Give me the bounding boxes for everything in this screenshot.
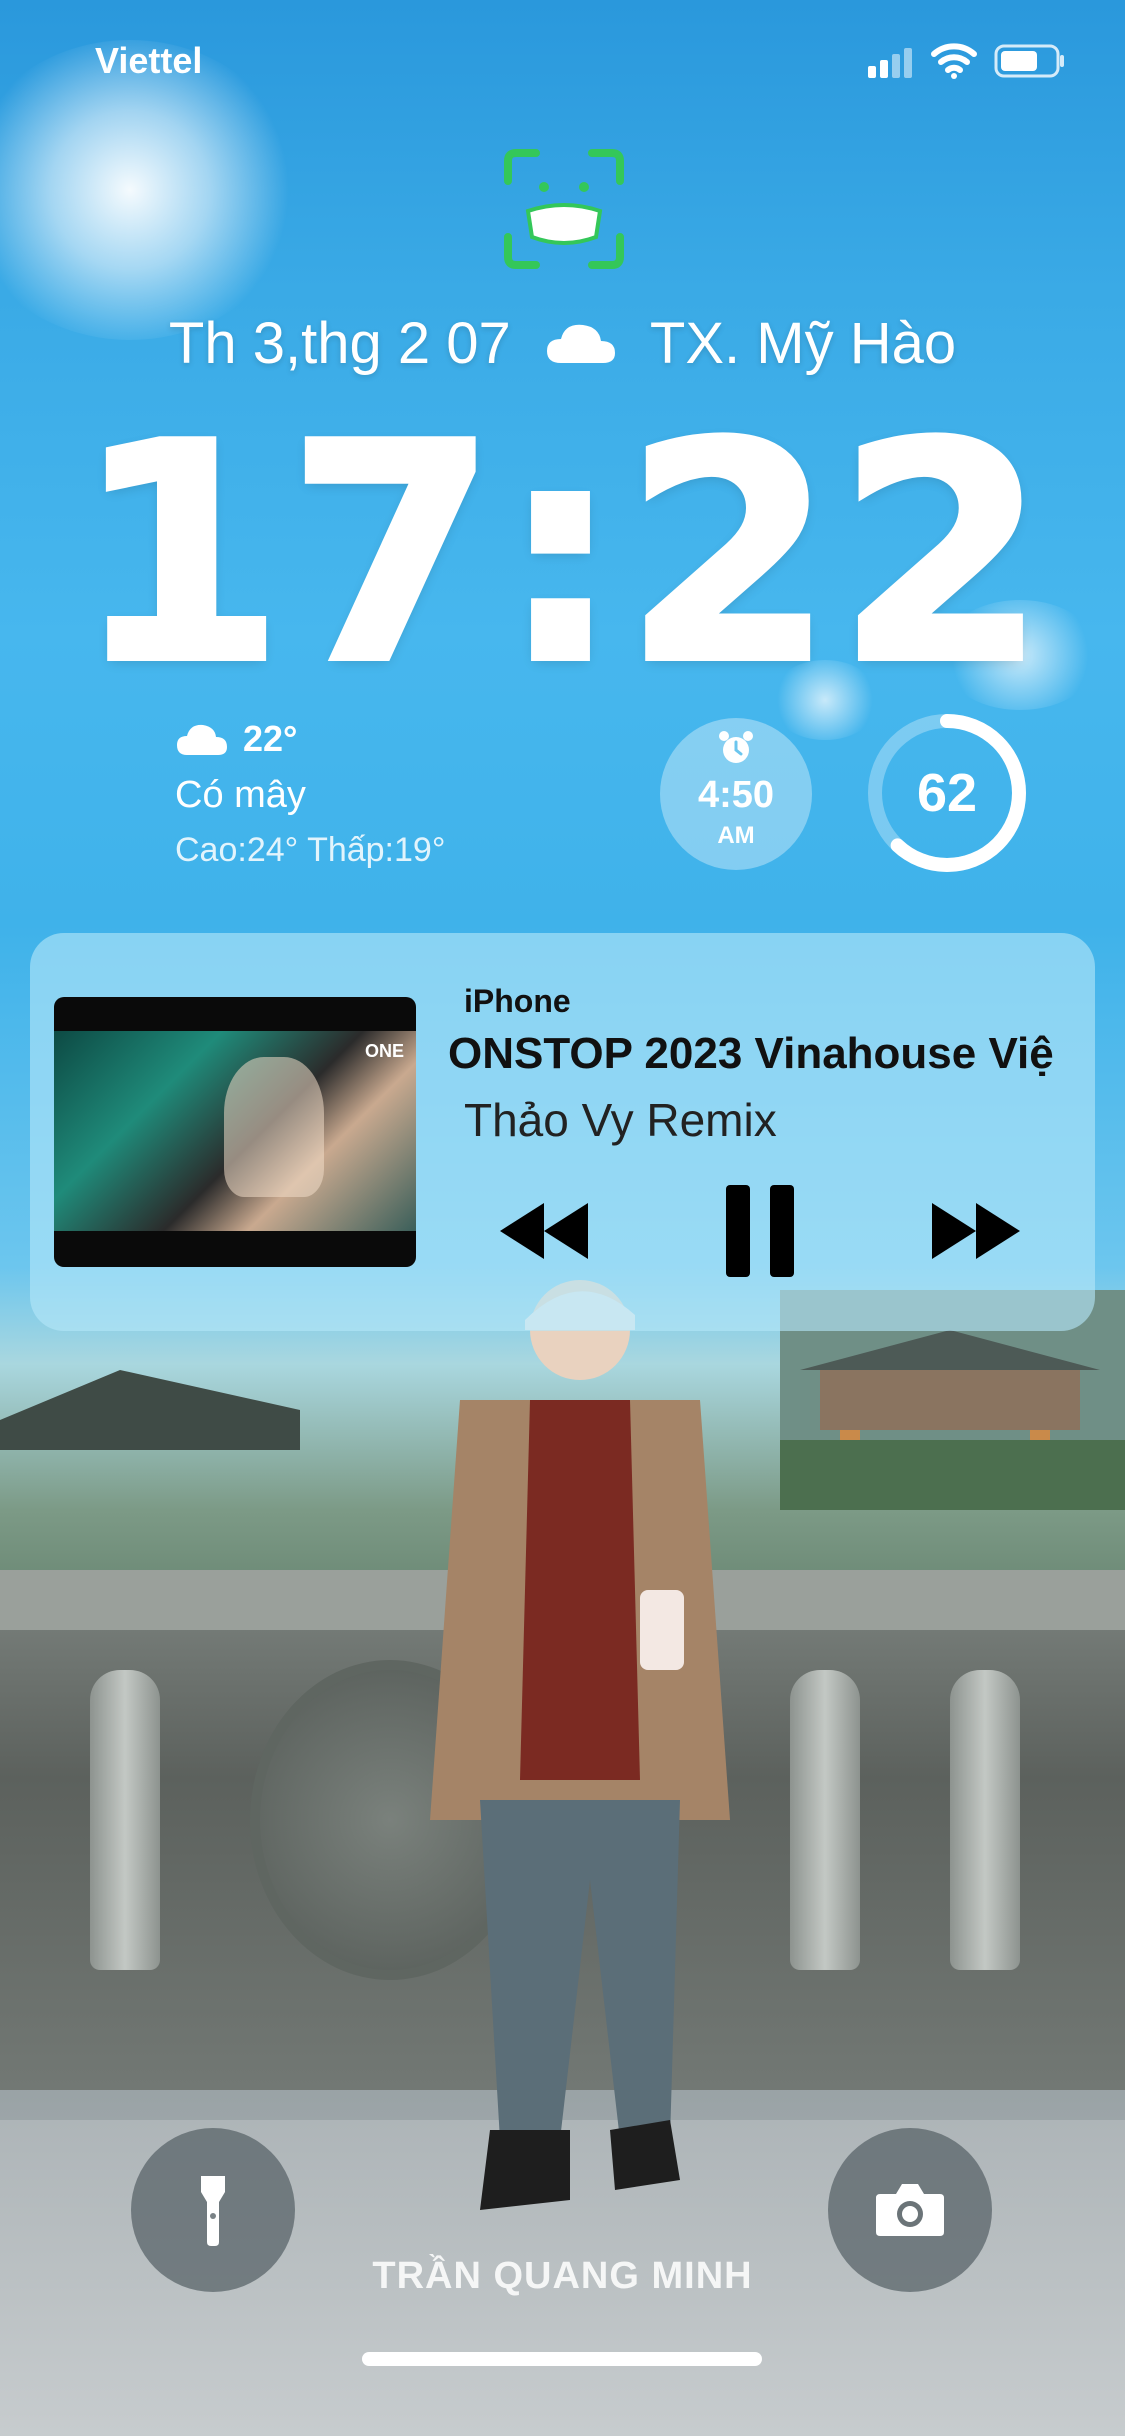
alarm-widget[interactable]: 4:50 AM [660,718,812,870]
location-text: TX. Mỹ Hào [649,311,957,376]
weather-condition: Có mây [175,774,306,816]
artwork-logo: ONE [364,1041,404,1061]
lock-clock: 17:22 [72,380,1050,729]
flashlight-button[interactable] [131,2128,295,2292]
playback-controls [30,1183,1095,1283]
rewind-icon[interactable] [498,1201,590,1261]
pause-icon[interactable] [724,1183,796,1279]
weather-widget[interactable]: 22° Có mây Cao:24° Thấp:19° [175,718,445,870]
carrier-name: Viettel [95,40,203,81]
camera-button[interactable] [828,2128,992,2292]
artwork-figure [224,1057,324,1197]
baluster [950,1670,1020,1970]
current-temp: 22° [243,718,298,759]
signal-icon [868,48,912,78]
date-text: Th 3,thg 2 07 [168,311,511,376]
alarm-time: 4:50 [697,774,775,816]
camera-icon [876,2184,944,2236]
date-location-line: Th 3,thg 2 07 TX. Mỹ Hào [0,310,1125,377]
now-playing-card[interactable]: ONE iPhone ONSTOP 2023 Vinahouse Việ Thả… [30,933,1095,1331]
lock-screen: Viettel Th 3,thg 2 07 TX. Mỹ Hào 17:22 2… [0,0,1125,2436]
fast-forward-icon[interactable] [930,1201,1022,1261]
song-title: ONSTOP 2023 Vinahouse Việ [448,1029,1054,1078]
status-bar: Viettel [0,0,1125,130]
battery-level-text: 62 [916,763,978,823]
song-artist: Thảo Vy Remix [464,1094,777,1146]
alarm-ampm: AM [717,822,755,849]
baluster [90,1670,160,1970]
wifi-icon [931,43,977,79]
cloud-icon [546,324,615,363]
alarm-clock-icon [719,731,753,763]
playback-source: iPhone [464,983,571,1019]
battery-icon [994,44,1064,78]
person-photo [430,1280,730,2210]
face-id-mask-icon [504,149,624,269]
baluster [790,1670,860,1970]
home-indicator[interactable] [362,2352,762,2366]
cloud-icon [177,724,227,755]
roof-scene [0,1370,300,1450]
temp-high-low: Cao:24° Thấp:19° [175,831,446,869]
battery-level-widget[interactable]: 62 [866,712,1028,874]
flashlight-icon [201,2176,225,2246]
